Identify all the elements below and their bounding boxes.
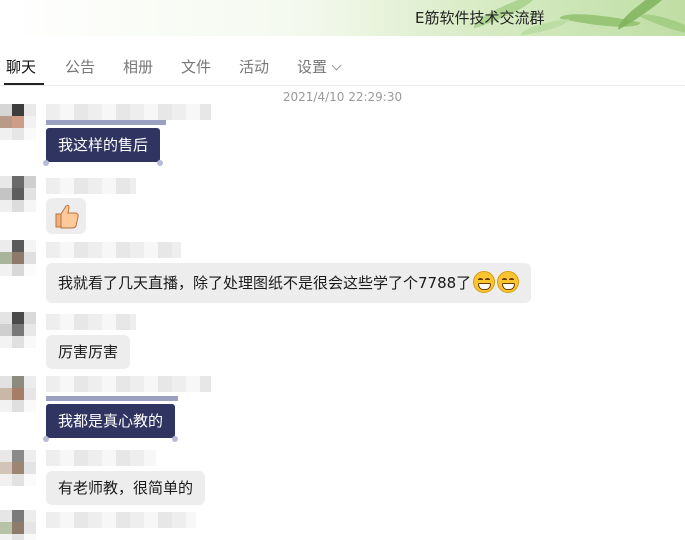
active-tab-indicator [4, 83, 44, 85]
avatar[interactable] [0, 510, 36, 540]
message-timestamp: 2021/4/10 22:29:30 [282, 90, 403, 104]
title-bar: E筋软件技术交流群 [0, 0, 685, 36]
tab-files[interactable]: 文件 [181, 56, 211, 77]
sender-name-redacted [46, 376, 211, 392]
tab-announcement[interactable]: 公告 [65, 56, 95, 77]
message-bubble[interactable]: 我这样的售后 [42, 128, 164, 166]
avatar[interactable] [0, 450, 36, 486]
sender-name-redacted [46, 242, 181, 258]
sender-name-redacted [46, 314, 136, 330]
avatar[interactable] [0, 312, 36, 348]
message-bubble[interactable] [46, 198, 86, 234]
avatar[interactable] [0, 104, 36, 140]
tab-settings-label: 设置 [297, 58, 328, 76]
avatar[interactable] [0, 176, 36, 212]
grin-icon [497, 271, 520, 293]
sender-name-redacted [46, 178, 136, 194]
tab-bar: 聊天 公告 相册 文件 活动 设置 [0, 40, 685, 86]
tab-album[interactable]: 相册 [123, 56, 153, 77]
grin-icon [473, 271, 496, 293]
bubble-frame-top [46, 396, 178, 401]
message-bubble[interactable]: 厉害厉害 [46, 335, 131, 369]
thumbs-up-icon [55, 204, 79, 229]
message-bubble[interactable]: 我就看了几天直播，除了处理图纸不是很会这些学了个7788了 [46, 263, 532, 303]
avatar[interactable] [0, 376, 36, 412]
window-title: E筋软件技术交流群 [415, 9, 545, 27]
message-bubble[interactable]: 我都是真心教的 [42, 404, 179, 442]
chevron-down-icon [331, 60, 342, 71]
sender-name-redacted [46, 104, 211, 120]
message-bubble[interactable]: 有老师教，很简单的 [46, 471, 206, 505]
avatar[interactable] [0, 240, 36, 276]
tab-activity[interactable]: 活动 [239, 56, 269, 77]
tab-settings[interactable]: 设置 [297, 56, 342, 77]
sender-name-redacted [46, 512, 196, 528]
sender-name-redacted [46, 450, 156, 466]
tab-chat[interactable]: 聊天 [6, 56, 36, 77]
bubble-frame-top [46, 120, 166, 125]
message-text: 我就看了几天直播，除了处理图纸不是很会这些学了个7788了 [58, 274, 472, 292]
